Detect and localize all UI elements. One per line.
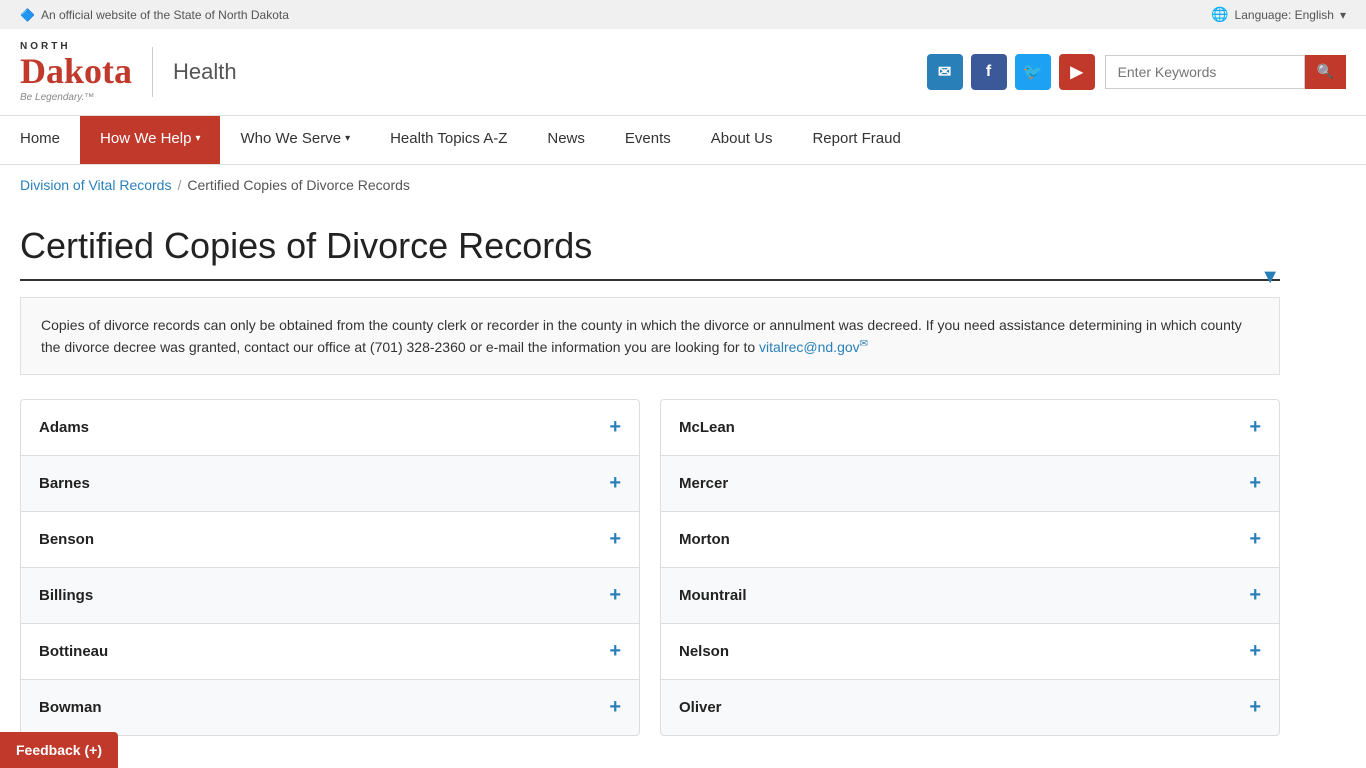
- county-name: McLean: [679, 419, 735, 436]
- county-name: Adams: [39, 419, 89, 436]
- county-name: Bottineau: [39, 643, 108, 660]
- county-bottineau[interactable]: Bottineau +: [20, 623, 640, 679]
- nav-home[interactable]: Home: [0, 116, 80, 164]
- intro-box: Copies of divorce records can only be ob…: [20, 297, 1280, 376]
- expand-icon[interactable]: +: [1249, 472, 1261, 495]
- nav-who-we-serve[interactable]: Who We Serve ▾: [220, 116, 370, 164]
- header-right: ✉ f 🐦 ▶ 🔍: [927, 54, 1346, 90]
- county-oliver[interactable]: Oliver +: [660, 679, 1280, 736]
- site-header: NORTH Dakota Be Legendary.™ Health ✉ f 🐦…: [0, 29, 1366, 116]
- expand-icon[interactable]: +: [609, 416, 621, 439]
- site-logo[interactable]: NORTH Dakota Be Legendary.™: [20, 41, 132, 103]
- county-mclean[interactable]: McLean +: [660, 399, 1280, 455]
- county-nelson[interactable]: Nelson +: [660, 623, 1280, 679]
- main-nav: Home How We Help ▾ Who We Serve ▾ Health…: [0, 116, 1366, 165]
- language-label: Language: English: [1235, 8, 1334, 22]
- breadcrumb-current: Certified Copies of Divorce Records: [187, 177, 410, 193]
- main-content: Certified Copies of Divorce Records ▼ Co…: [0, 205, 1300, 757]
- search-area: 🔍: [1105, 55, 1346, 89]
- county-morton[interactable]: Morton +: [660, 511, 1280, 567]
- county-name: Morton: [679, 531, 730, 548]
- youtube-button[interactable]: ▶: [1059, 54, 1095, 90]
- official-text: An official website of the State of Nort…: [41, 8, 289, 22]
- expand-icon[interactable]: +: [1249, 528, 1261, 551]
- expand-icon[interactable]: +: [1249, 416, 1261, 439]
- social-icons: ✉ f 🐦 ▶: [927, 54, 1095, 90]
- expand-icon[interactable]: +: [609, 696, 621, 719]
- globe-icon: 🌐: [1211, 6, 1228, 23]
- county-name: Mercer: [679, 475, 728, 492]
- page-title: Certified Copies of Divorce Records ▼: [20, 225, 1280, 281]
- county-name: Oliver: [679, 699, 722, 716]
- top-bar: 🔷 An official website of the State of No…: [0, 0, 1366, 29]
- county-grid: Adams + Barnes + Benson + Billings + Bot…: [20, 399, 1280, 736]
- county-benson[interactable]: Benson +: [20, 511, 640, 567]
- logo-health-text: Health: [173, 59, 237, 85]
- breadcrumb: Division of Vital Records / Certified Co…: [0, 165, 1366, 205]
- nav-about-us[interactable]: About Us: [691, 116, 793, 164]
- nav-report-fraud[interactable]: Report Fraud: [792, 116, 920, 164]
- expand-icon[interactable]: +: [1249, 640, 1261, 663]
- county-barnes[interactable]: Barnes +: [20, 455, 640, 511]
- county-name: Billings: [39, 587, 93, 604]
- language-selector[interactable]: 🌐 Language: English ▾: [1211, 6, 1346, 23]
- expand-icon[interactable]: +: [609, 528, 621, 551]
- expand-icon[interactable]: +: [609, 640, 621, 663]
- county-mercer[interactable]: Mercer +: [660, 455, 1280, 511]
- chevron-down-icon: ▾: [345, 133, 350, 144]
- county-mountrail[interactable]: Mountrail +: [660, 567, 1280, 623]
- logo-area[interactable]: NORTH Dakota Be Legendary.™ Health: [20, 41, 237, 103]
- nd-flag-icon: 🔷: [20, 8, 35, 22]
- nav-health-topics[interactable]: Health Topics A-Z: [370, 116, 527, 164]
- scroll-arrow-icon: ▼: [1260, 266, 1280, 289]
- expand-icon[interactable]: +: [609, 472, 621, 495]
- expand-icon[interactable]: +: [1249, 696, 1261, 719]
- nav-news[interactable]: News: [527, 116, 605, 164]
- county-column-left: Adams + Barnes + Benson + Billings + Bot…: [20, 399, 640, 736]
- expand-icon[interactable]: +: [1249, 584, 1261, 607]
- logo-tagline-text: Be Legendary.™: [20, 92, 132, 103]
- official-notice: 🔷 An official website of the State of No…: [20, 8, 289, 22]
- feedback-button[interactable]: Feedback (+): [0, 732, 118, 768]
- email-link[interactable]: vitalrec@nd.gov: [759, 339, 860, 355]
- county-column-right: McLean + Mercer + Morton + Mountrail + N…: [660, 399, 1280, 736]
- county-name: Barnes: [39, 475, 90, 492]
- county-bowman[interactable]: Bowman +: [20, 679, 640, 736]
- external-link-icon: ✉: [860, 338, 868, 349]
- search-button[interactable]: 🔍: [1305, 55, 1346, 89]
- expand-icon[interactable]: +: [609, 584, 621, 607]
- chevron-down-icon: ▾: [1340, 8, 1346, 22]
- chevron-down-icon: ▾: [195, 133, 200, 144]
- breadcrumb-link-vital-records[interactable]: Division of Vital Records: [20, 177, 171, 193]
- logo-divider: [152, 47, 153, 97]
- intro-text: Copies of divorce records can only be ob…: [41, 317, 1242, 355]
- county-name: Mountrail: [679, 587, 747, 604]
- county-name: Benson: [39, 531, 94, 548]
- nav-how-we-help[interactable]: How We Help ▾: [80, 116, 220, 164]
- county-billings[interactable]: Billings +: [20, 567, 640, 623]
- breadcrumb-separator: /: [177, 177, 181, 193]
- email-social-button[interactable]: ✉: [927, 54, 963, 90]
- facebook-button[interactable]: f: [971, 54, 1007, 90]
- county-name: Bowman: [39, 699, 102, 716]
- county-name: Nelson: [679, 643, 729, 660]
- nav-events[interactable]: Events: [605, 116, 691, 164]
- twitter-button[interactable]: 🐦: [1015, 54, 1051, 90]
- logo-dakota-text: Dakota: [20, 52, 132, 92]
- county-adams[interactable]: Adams +: [20, 399, 640, 455]
- search-input[interactable]: [1105, 55, 1305, 89]
- page-title-text: Certified Copies of Divorce Records: [20, 225, 592, 266]
